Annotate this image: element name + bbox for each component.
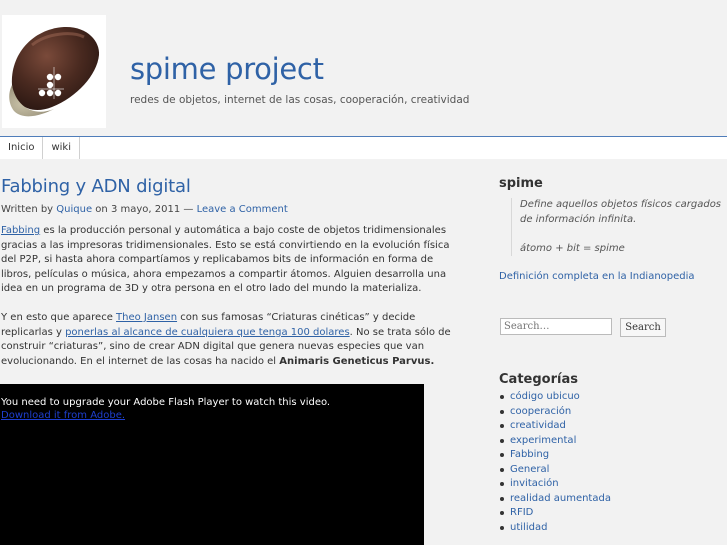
site-title[interactable]: spime project: [130, 52, 324, 86]
flash-upgrade-message: You need to upgrade your Adobe Flash Pla…: [1, 397, 331, 408]
flash-download-link[interactable]: Download it from Adobe.: [1, 410, 125, 421]
site-description: redes de objetos, internet de las cosas,…: [130, 94, 470, 106]
category-item[interactable]: experimental: [499, 434, 611, 449]
category-item[interactable]: realidad aumentada: [499, 492, 611, 507]
100-dolares-link[interactable]: ponerlas al alcance de cualquiera que te…: [65, 327, 350, 338]
category-item[interactable]: código ubicuo: [499, 390, 611, 405]
chestnut-logo: [9, 26, 100, 117]
meta-date: on 3 mayo, 2011 —: [92, 204, 197, 215]
category-item[interactable]: General: [499, 463, 611, 478]
nav-item-wiki[interactable]: wiki: [43, 137, 80, 159]
post-paragraph: Fabbing es la producción personal y auto…: [1, 224, 451, 297]
quote-line: Define aquellos objetos físicos cargados…: [520, 199, 722, 225]
post-title[interactable]: Fabbing y ADN digital: [1, 176, 191, 197]
fabbing-link[interactable]: Fabbing: [1, 225, 40, 236]
post-meta: Written by Quique on 3 mayo, 2011 — Leav…: [1, 204, 288, 215]
categories-list: código ubicuo cooperación creatividad ex…: [499, 390, 611, 535]
meta-written-by: Written by: [1, 204, 57, 215]
indianopedia-link[interactable]: Definición completa en la Indianopedia: [499, 271, 695, 282]
site-logo[interactable]: [2, 15, 106, 128]
search-button[interactable]: Search: [620, 318, 666, 337]
categories-title: Categorías: [499, 372, 578, 387]
spime-definition-quote: Define aquellos objetos físicos cargados…: [511, 198, 725, 256]
category-item[interactable]: cooperación: [499, 405, 611, 420]
nav-item-inicio[interactable]: Inicio: [0, 137, 44, 159]
category-item[interactable]: invitación: [499, 477, 611, 492]
post-paragraph: Y en esto que aparece Theo Jansen con su…: [1, 311, 451, 369]
quote-line: átomo + bit = spime: [520, 242, 625, 254]
main-nav: Inicio wiki: [0, 136, 727, 159]
search-input[interactable]: [500, 318, 612, 335]
paragraph-text: es la producción personal y automática a…: [1, 225, 450, 294]
category-item[interactable]: Fabbing: [499, 448, 611, 463]
leave-comment-link[interactable]: Leave a Comment: [197, 204, 288, 215]
author-link[interactable]: Quique: [56, 204, 92, 215]
paragraph-text: Y en esto que aparece: [1, 312, 117, 323]
post-body: Fabbing es la producción personal y auto…: [1, 224, 451, 384]
category-item[interactable]: creatividad: [499, 419, 611, 434]
flash-video-player[interactable]: You need to upgrade your Adobe Flash Pla…: [0, 384, 424, 545]
site-header: spime project redes de objetos, internet…: [0, 0, 727, 136]
spime-widget-title: spime: [499, 176, 543, 191]
category-item[interactable]: utilidad: [499, 521, 611, 536]
theo-jansen-link[interactable]: Theo Jansen: [116, 312, 177, 323]
sidebar: spime Define aquellos objetos físicos ca…: [499, 176, 727, 533]
category-item[interactable]: RFID: [499, 506, 611, 521]
animaris-bold: Animaris Geneticus Parvus.: [279, 355, 435, 367]
